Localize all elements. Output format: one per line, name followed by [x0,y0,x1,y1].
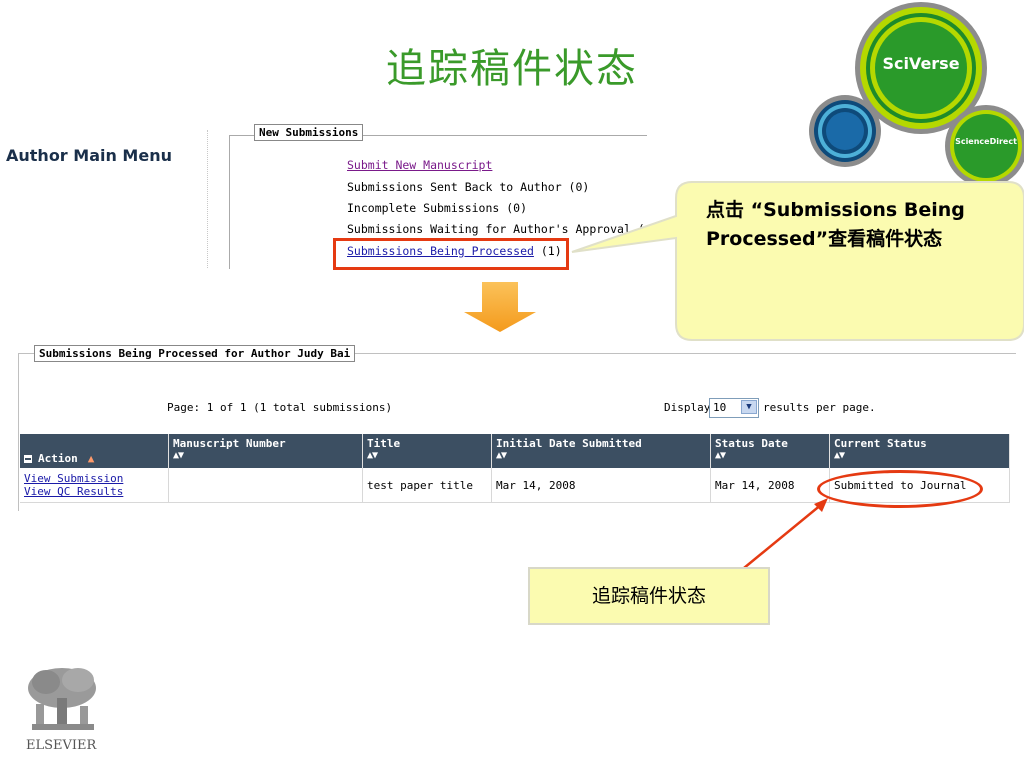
column-header-manuscript-number[interactable]: Manuscript Number ▲▼ [168,434,363,468]
column-header-initial-date[interactable]: Initial Date Submitted ▲▼ [491,434,711,468]
new-submissions-legend: New Submissions [254,124,364,141]
page-info: Page: 1 of 1 (1 total submissions) [167,401,393,414]
column-header-status-date[interactable]: Status Date ▲▼ [710,434,830,468]
chevron-down-icon[interactable]: ▼ [741,400,757,414]
callout-text-line1: 点击 “Submissions Being [706,199,965,221]
sciencedirect-logo-text: ScienceDirect [955,137,1017,146]
elsevier-tree-logo [28,668,96,730]
submissions-sent-back-item: Submissions Sent Back to Author (0) [347,180,590,194]
column-header-title[interactable]: Title ▲▼ [362,434,492,468]
sciverse-logo-text: SciVerse [882,54,960,73]
title-cell: test paper title [362,468,492,503]
processing-legend: Submissions Being Processed for Author J… [34,345,356,362]
warning-icon: ▲ [87,452,95,465]
processed-link-highlight [333,238,569,270]
view-qc-results-link[interactable]: View QC Results [24,485,164,498]
callout-text-line2: Processed”查看稿件状态 [706,228,943,250]
incomplete-submissions-item: Incomplete Submissions (0) [347,201,528,215]
down-arrow-icon [464,282,536,332]
display-label: Display [664,401,711,414]
submit-new-manuscript-link[interactable]: Submit New Manuscript [347,158,492,172]
sort-icon[interactable]: ▲▼ [367,450,487,461]
menu-divider [207,130,208,268]
callout-text: 点击 “Submissions Being Processed”查看稿件状态 [706,196,996,254]
manuscript-number-cell [168,468,363,503]
action-cell: View Submission View QC Results [20,468,169,503]
table-header-row: Action ▲ Manuscript Number ▲▼ Title ▲▼ In… [20,434,1010,468]
initial-date-cell: Mar 14, 2008 [491,468,711,503]
column-header-current-status[interactable]: Current Status ▲▼ [829,434,1010,468]
view-submission-link[interactable]: View Submission [24,472,164,485]
sort-icon[interactable]: ▲▼ [496,450,706,461]
sort-icon[interactable]: ▲▼ [173,450,358,461]
annotation-text: 追踪稿件状态 [591,585,706,607]
current-status-highlight [817,470,983,508]
collapse-icon[interactable] [24,455,32,463]
column-header-action[interactable]: Action ▲ [20,434,169,468]
sort-icon[interactable]: ▲▼ [834,450,1005,461]
elsevier-wordmark: ELSEVIER [26,738,97,753]
results-per-page-select[interactable]: 10 ▼ [709,398,759,418]
author-main-menu-heading: Author Main Menu [6,146,172,165]
results-per-page-value: 10 [713,401,727,414]
results-per-page-label: results per page. [763,401,876,414]
sort-icon[interactable]: ▲▼ [715,450,825,461]
